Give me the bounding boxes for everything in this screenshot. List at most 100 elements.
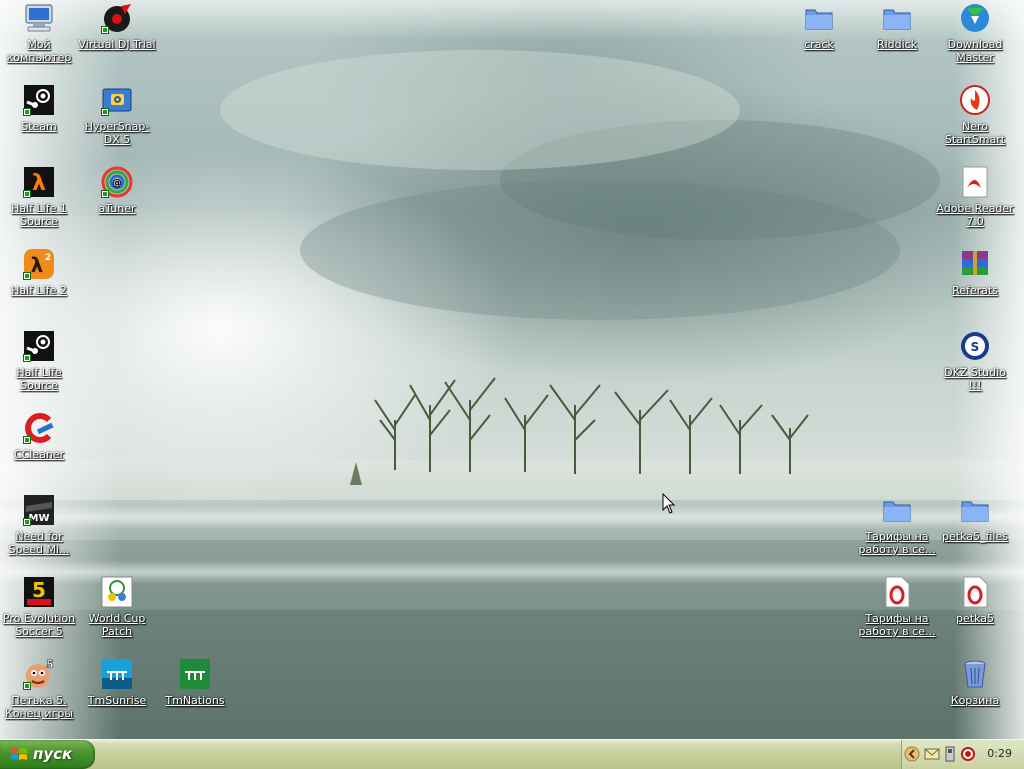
desktop-icon-virtual-dj[interactable]: Virtual DJ Trial — [78, 2, 156, 51]
desktop-icon-steam[interactable]: Steam — [0, 84, 78, 133]
icon-label: Мой компьютер — [6, 38, 72, 64]
atuner-icon: @ — [101, 166, 133, 198]
desktop-icon-tarify-opera[interactable]: Тарифы на работу в се... — [858, 576, 936, 638]
ccleaner-icon — [23, 412, 55, 444]
desktop-icon-petka5-doc[interactable]: petka5 — [936, 576, 1014, 625]
show-hidden-chevron-icon[interactable] — [904, 746, 920, 762]
shortcut-arrow-icon — [23, 682, 31, 690]
icon-label: Riddick — [876, 38, 918, 51]
icon-label: Тарифы на работу в се... — [858, 612, 936, 638]
shortcut-arrow-icon — [101, 108, 109, 116]
icon-label: DKZ Studio !!! — [944, 366, 1006, 392]
nero-icon — [959, 84, 991, 116]
steam-icon — [23, 84, 55, 116]
icon-label: Nero StartSmart — [944, 120, 1006, 146]
desktop-icon-need-for-speed[interactable]: MW Need for Speed Mi... — [0, 494, 78, 556]
desktop-icon-atuner[interactable]: @ aTuner — [78, 166, 156, 215]
taskbar: пуск 0:29 — [0, 739, 1024, 769]
svg-text:5: 5 — [46, 658, 54, 671]
shortcut-arrow-icon — [23, 108, 31, 116]
icon-label: Steam — [21, 120, 57, 133]
desktop-icon-riddick[interactable]: Riddick — [858, 2, 936, 51]
start-label: пуск — [33, 745, 73, 763]
desktop-icon-tmsunrise[interactable]: TmSunrise — [78, 658, 156, 707]
desktop-icon-nero[interactable]: Nero StartSmart — [936, 84, 1014, 146]
half-life-2-icon: λ2 — [23, 248, 55, 280]
desktop-icon-tarify-folder[interactable]: Тарифы на работу в се... — [858, 494, 936, 556]
desktop-icon-download-master[interactable]: Download Master — [936, 2, 1014, 64]
icon-label: petka5 — [956, 612, 994, 625]
desktop-icon-pes5[interactable]: 5 Pro Evolution Soccer 5 — [0, 576, 78, 638]
need-for-speed-icon: MW — [23, 494, 55, 526]
desktop-icon-recycle-bin[interactable]: Корзина — [936, 658, 1014, 707]
desktop-icon-dkz-studio[interactable]: S DKZ Studio !!! — [936, 330, 1014, 392]
icon-label: TmNations — [165, 694, 225, 707]
shortcut-arrow-icon — [23, 436, 31, 444]
hypersnap-icon — [101, 84, 133, 116]
icon-label: TmSunrise — [87, 694, 147, 707]
folder-icon — [959, 494, 991, 526]
svg-text:MW: MW — [29, 513, 50, 524]
icon-label: Download Master — [947, 38, 1003, 64]
system-tray: 0:29 — [901, 740, 1024, 769]
mail-icon[interactable] — [924, 746, 940, 762]
desktop-icon-referats[interactable]: Referats — [936, 248, 1014, 297]
half-life-icon: λ — [23, 166, 55, 198]
desktop-icon-hypersnap[interactable]: HyperSnap-DX 5 — [78, 84, 156, 146]
icon-label: World Cup Patch — [88, 612, 146, 638]
desktop-icon-half-life-1-source[interactable]: λ Half Life 1 Source — [0, 166, 78, 228]
icon-label: Adobe Reader 7.0 — [936, 202, 1014, 228]
shortcut-arrow-icon — [23, 518, 31, 526]
shortcut-arrow-icon — [101, 190, 109, 198]
desktop[interactable]: Мой компьютер Steam λ Half Life 1 Source… — [0, 0, 1024, 739]
icon-label: Корзина — [950, 694, 1000, 707]
svg-text:S: S — [971, 340, 980, 354]
download-master-icon — [959, 2, 991, 34]
pes5-icon: 5 — [23, 576, 55, 608]
folder-icon — [881, 2, 913, 34]
icon-label: Need for Speed Mi... — [8, 530, 70, 556]
icon-label: CCleaner — [13, 448, 65, 461]
opera-document-icon — [881, 576, 913, 608]
desktop-icon-crack[interactable]: crack — [780, 2, 858, 51]
icon-label: Half Life 2 — [11, 284, 67, 297]
icon-label: petka5_files — [942, 530, 1008, 543]
desktop-icon-petka5[interactable]: 5 Петька 5. Конец игры — [0, 658, 78, 720]
shortcut-arrow-icon — [23, 190, 31, 198]
icon-label: Pro Evolution Soccer 5 — [2, 612, 76, 638]
my-computer-icon — [23, 2, 55, 34]
icon-label: Referats — [952, 284, 998, 297]
tree-row — [374, 377, 809, 474]
tmsunrise-icon — [101, 658, 133, 690]
desktop-icon-half-life-2[interactable]: λ2 Half Life 2 — [0, 248, 78, 297]
shortcut-arrow-icon — [23, 354, 31, 362]
icon-label: Петька 5. Конец игры — [4, 694, 74, 720]
petka-icon: 5 — [23, 658, 55, 690]
windows-logo-icon — [11, 748, 27, 760]
antivirus-icon[interactable] — [960, 746, 976, 762]
folder-icon — [803, 2, 835, 34]
icon-label: crack — [804, 38, 834, 51]
folder-icon — [881, 494, 913, 526]
icon-label: HyperSnap-DX 5 — [84, 120, 150, 146]
desktop-icon-world-cup-patch[interactable]: World Cup Patch — [78, 576, 156, 638]
desktop-icon-tmnations[interactable]: TmNations — [156, 658, 234, 707]
icon-label: aTuner — [98, 202, 136, 215]
start-button[interactable]: пуск — [0, 740, 95, 769]
icon-label: Half Life Source — [16, 366, 62, 392]
desktop-icon-ccleaner[interactable]: CCleaner — [0, 412, 78, 461]
device-icon[interactable] — [942, 746, 958, 762]
steam-icon — [23, 330, 55, 362]
svg-text:λ: λ — [31, 253, 44, 277]
svg-text:@: @ — [112, 178, 122, 189]
shortcut-arrow-icon — [23, 272, 31, 280]
desktop-icon-petka5-files[interactable]: petka5_files — [936, 494, 1014, 543]
icon-label: Virtual DJ Trial — [78, 38, 156, 51]
desktop-icon-my-computer[interactable]: Мой компьютер — [0, 2, 78, 64]
opera-document-icon — [959, 576, 991, 608]
svg-text:λ: λ — [32, 171, 46, 196]
clock[interactable]: 0:29 — [987, 747, 1012, 760]
desktop-icon-adobe-reader[interactable]: Adobe Reader 7.0 — [936, 166, 1014, 228]
desktop-icon-half-life-source[interactable]: Half Life Source — [0, 330, 78, 392]
dkz-studio-icon: S — [959, 330, 991, 362]
